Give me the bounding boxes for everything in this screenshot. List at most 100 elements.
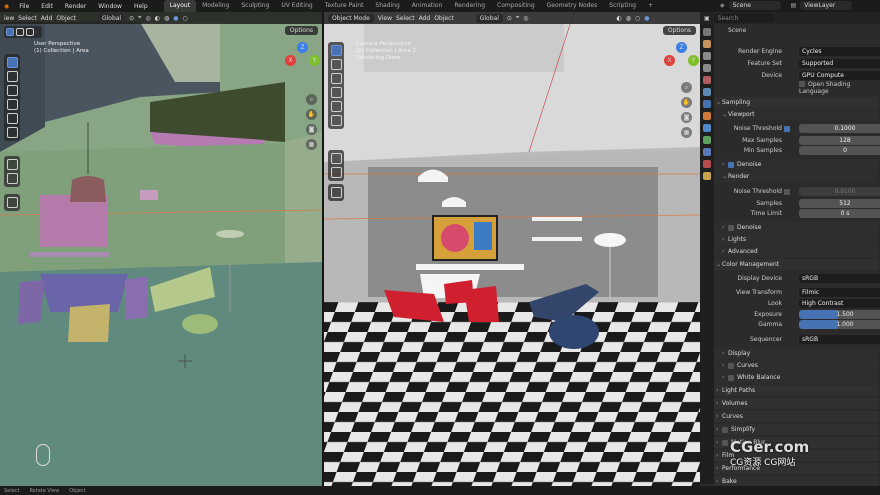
cursor-tool-icon-r[interactable] (330, 59, 342, 70)
render-tab-icon[interactable] (703, 40, 711, 48)
white-balance-subpanel-header[interactable]: › White Balance (714, 372, 878, 383)
axis-z-icon[interactable]: Z (297, 42, 308, 53)
render-engine-dropdown[interactable]: Cycles (799, 47, 880, 56)
world-tab-icon[interactable] (703, 88, 711, 96)
axis-x-icon[interactable]: X (285, 55, 296, 66)
proportional-edit-icon-r[interactable]: ◎ (523, 15, 528, 22)
transform-tool-icon[interactable] (6, 127, 18, 138)
annotate-tool-icon-r[interactable] (330, 153, 342, 164)
render-denoise-header[interactable]: › Denoise (714, 222, 878, 233)
output-tab-icon[interactable] (703, 52, 711, 60)
physics-tab-icon[interactable] (703, 148, 711, 156)
overlay-icon[interactable]: ◍ (164, 15, 169, 22)
rotate-tool-icon[interactable] (6, 99, 18, 110)
viewport-solid[interactable]: iew Select Add Object Global ⊙ ⌖ ◎ ◐ ◍ ●… (0, 12, 322, 486)
device-dropdown[interactable]: GPU Compute (799, 71, 880, 80)
tab-uv-editing[interactable]: UV Editing (275, 0, 318, 12)
object-tab-icon[interactable] (703, 112, 711, 120)
menu-file[interactable]: File (13, 3, 35, 10)
navigation-gizmo-r[interactable]: Z X Y (664, 42, 699, 76)
overlay-icon-r[interactable]: ◍ (626, 15, 631, 22)
display-subpanel-header[interactable]: › Display (714, 348, 878, 359)
modifier-tab-icon[interactable] (703, 124, 711, 132)
scale-tool-icon[interactable] (6, 113, 18, 124)
render-denoise-checkbox[interactable] (728, 224, 734, 231)
axis-y-icon[interactable]: Y (309, 55, 320, 66)
add-menu[interactable]: Add (41, 15, 53, 22)
tab-shading[interactable]: Shading (369, 0, 405, 12)
light-paths-panel-header[interactable]: › Light Paths (714, 385, 878, 396)
white-balance-checkbox[interactable] (728, 374, 734, 381)
pivot-icon-r[interactable]: ⊙ (507, 15, 512, 22)
scale-tool-icon-r[interactable] (330, 101, 342, 112)
tab-layout[interactable]: Layout (163, 0, 197, 12)
gamma-slider[interactable]: 1.000 (799, 320, 880, 329)
lights-subpanel-header[interactable]: › Lights (714, 234, 878, 245)
tab-geometry-nodes[interactable]: Geometry Nodes (541, 0, 604, 12)
volumes-panel-header[interactable]: › Volumes (714, 398, 878, 409)
menu-edit[interactable]: Edit (35, 3, 59, 10)
motion-blur-checkbox[interactable] (722, 439, 728, 446)
add-cube-tool-icon-r[interactable] (330, 187, 342, 198)
sequencer-dropdown[interactable]: sRGB (799, 335, 880, 344)
rotate-tool-icon-r[interactable] (330, 87, 342, 98)
curves-checkbox[interactable] (728, 362, 734, 369)
samples-field[interactable]: 512 (799, 199, 880, 208)
shading-rendered-icon[interactable]: ● (644, 15, 649, 22)
shading-solid-icon-r[interactable]: ○ (635, 15, 640, 22)
camera-view-icon[interactable]: ◙ (306, 124, 317, 135)
sampling-panel-header[interactable]: ⌄ Sampling (714, 97, 878, 108)
simplify-checkbox[interactable] (722, 426, 728, 433)
select-subtract-icon[interactable] (26, 28, 34, 36)
view-layer-selector[interactable]: ViewLayer (800, 1, 853, 10)
camera-view-icon-r[interactable]: ◙ (681, 112, 692, 123)
select-menu-r[interactable]: Select (396, 15, 415, 22)
add-cube-tool-icon[interactable] (6, 197, 18, 208)
osl-checkbox[interactable] (799, 81, 805, 87)
render-noise-field[interactable]: 0.0100 (799, 187, 880, 196)
object-menu[interactable]: Object (56, 15, 76, 22)
move-tool-icon[interactable] (6, 85, 18, 96)
shading-solid-icon[interactable]: ● (173, 15, 178, 22)
select-extend-icon[interactable] (16, 28, 24, 36)
max-samples-field[interactable]: 128 (799, 136, 880, 145)
render-subpanel-header[interactable]: ⌄ Render (714, 171, 878, 182)
select-tool-icon-r[interactable] (330, 45, 342, 56)
mode-dropdown[interactable]: Object Mode (328, 13, 374, 23)
tab-sculpting[interactable]: Sculpting (235, 0, 275, 12)
data-tab-icon[interactable] (703, 172, 711, 180)
view-transform-dropdown[interactable]: Filmic (799, 288, 880, 297)
tool-tab-icon[interactable] (703, 28, 711, 36)
add-workspace-button[interactable]: + (642, 0, 659, 12)
move-tool-icon-r[interactable] (330, 73, 342, 84)
axis-y-icon-r[interactable]: Y (688, 55, 699, 66)
scene-tab-icon[interactable] (703, 76, 711, 84)
transform-orientation-dropdown-r[interactable]: Global (475, 13, 503, 23)
axis-x-icon-r[interactable]: X (664, 55, 675, 66)
editor-type-icon[interactable]: ▣ (704, 15, 710, 22)
particles-tab-icon[interactable] (703, 136, 711, 144)
tab-compositing[interactable]: Compositing (491, 0, 541, 12)
measure-tool-icon[interactable] (6, 173, 18, 184)
render-noise-checkbox[interactable] (784, 188, 790, 195)
pan-hand-icon[interactable]: ✋ (306, 109, 317, 120)
collection-tab-icon[interactable] (703, 100, 711, 108)
color-management-panel-header[interactable]: ⌄ Color Management (714, 259, 878, 270)
object-menu-r[interactable]: Object (434, 15, 454, 22)
navigation-gizmo[interactable]: Z X Y (285, 42, 320, 76)
viewport-denoise-checkbox[interactable] (728, 161, 734, 168)
pivot-icon[interactable]: ⊙ (129, 15, 134, 22)
select-tool-icon[interactable] (6, 57, 18, 68)
cursor-tool-icon[interactable] (6, 71, 18, 82)
measure-tool-icon-r[interactable] (330, 167, 342, 178)
snap-icon-r[interactable]: ⌖ (516, 14, 519, 22)
noise-threshold-checkbox[interactable] (784, 125, 790, 132)
scene-icon[interactable]: ◈ (720, 2, 725, 9)
transform-orientation-dropdown[interactable]: Global (97, 13, 126, 23)
display-device-dropdown[interactable]: sRGB (799, 274, 880, 283)
properties-search-input[interactable]: Search (713, 13, 774, 23)
constraints-tab-icon[interactable] (703, 160, 711, 168)
visibility-icon[interactable]: ◐ (155, 15, 160, 22)
blender-logo-icon[interactable]: ◉ (4, 3, 9, 10)
annotate-tool-icon[interactable] (6, 159, 18, 170)
